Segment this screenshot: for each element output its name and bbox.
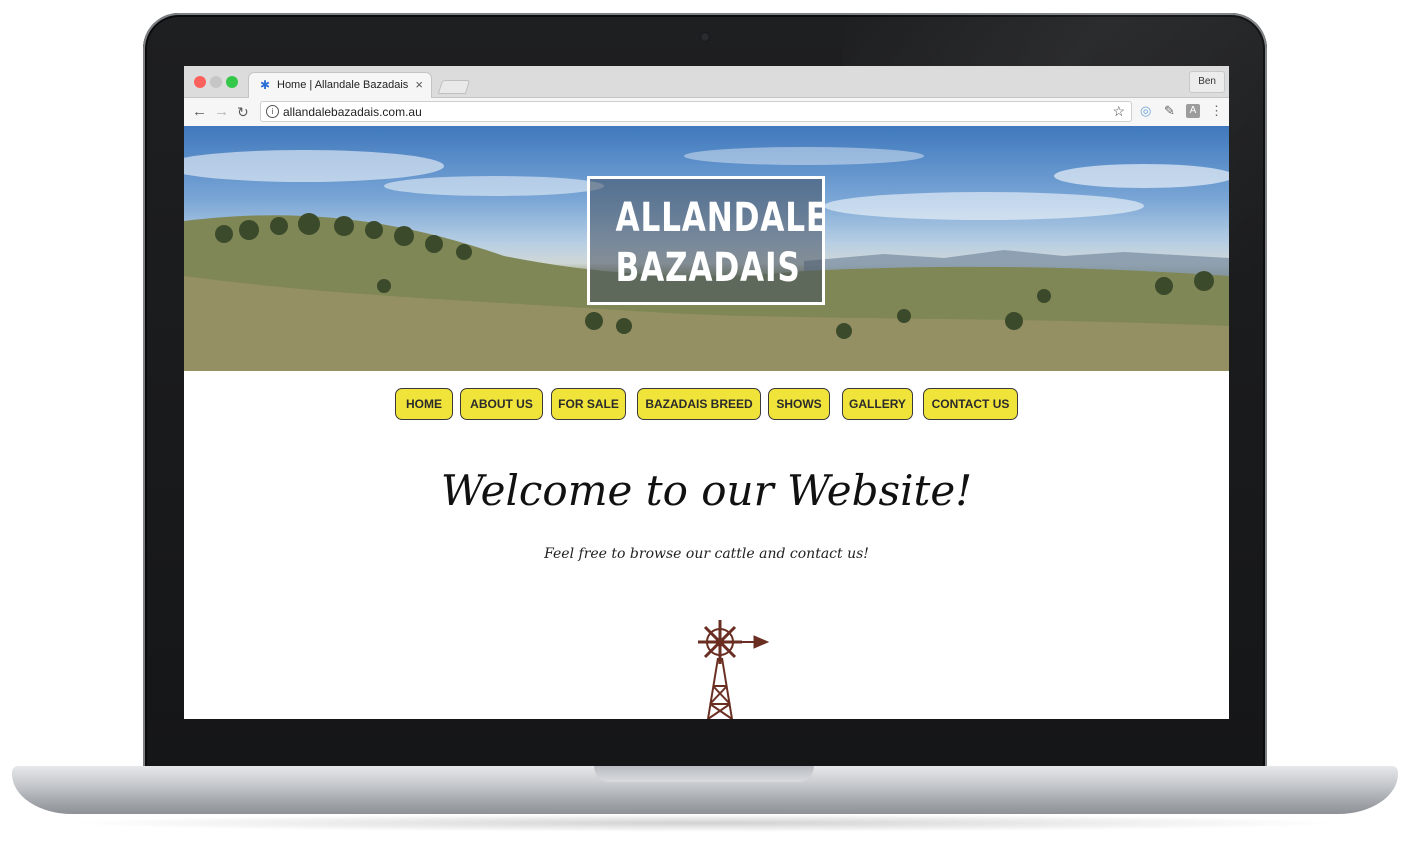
extension-badge-icon[interactable]: A [1186,104,1200,118]
laptop-base-notch [594,766,814,782]
browser-window: ✱ Home | Allandale Bazadais × Ben ← → ↻ … [184,66,1229,719]
star-icon[interactable]: ☆ [1112,103,1125,120]
page-heading: Welcome to our Website! [440,466,973,515]
forward-arrow-icon[interactable]: → [214,103,229,121]
tab-close-icon[interactable]: × [415,77,423,92]
url-text[interactable]: allandalebazadais.com.au [283,105,422,119]
windmill-icon [698,620,770,719]
nav-contact-us[interactable]: CONTACT US [923,388,1018,420]
profile-button[interactable]: Ben [1189,71,1225,93]
reload-icon[interactable]: ↻ [237,103,249,121]
logo-line-1: ALLANDALE [615,195,828,241]
site-logo[interactable]: ALLANDALE BAZADAIS [587,176,828,305]
browser-toolbar: ← → ↻ i allandalebazadais.com.au ☆ ◎ ✎ A… [184,98,1229,127]
browser-tab[interactable]: ✱ Home | Allandale Bazadais × [248,72,432,98]
minimize-window-button[interactable] [210,76,222,88]
site-favicon-icon: ✱ [259,78,271,92]
main-nav: HOME ABOUT US FOR SALE BAZADAIS BREED SH… [184,388,1229,420]
nav-about-us[interactable]: ABOUT US [460,388,543,420]
nav-shows[interactable]: SHOWS [768,388,830,420]
info-icon[interactable]: i [266,105,279,118]
webcam [700,32,710,42]
close-window-button[interactable] [194,76,206,88]
maximize-window-button[interactable] [226,76,238,88]
nav-gallery[interactable]: GALLERY [842,388,913,420]
hero-banner: ALLANDALE BAZADAIS [184,126,1229,371]
logo-line-2: BAZADAIS [615,245,801,291]
nav-for-sale[interactable]: FOR SALE [551,388,626,420]
menu-icon[interactable]: ⋮ [1210,104,1223,118]
laptop-shadow [60,814,1350,832]
page-tagline: Feel free to browse our cattle and conta… [544,546,869,562]
eyedropper-icon[interactable]: ✎ [1164,104,1175,118]
nav-bazadais-breed[interactable]: BAZADAIS BREED [637,388,761,420]
tab-bar: ✱ Home | Allandale Bazadais × Ben [184,66,1229,98]
new-tab-button[interactable] [437,80,471,94]
back-arrow-icon[interactable]: ← [192,103,207,121]
nav-home[interactable]: HOME [395,388,453,420]
tab-title: Home | Allandale Bazadais [277,79,409,91]
address-bar[interactable]: i allandalebazadais.com.au ☆ [260,101,1132,122]
extension-icon[interactable]: ◎ [1140,104,1151,118]
